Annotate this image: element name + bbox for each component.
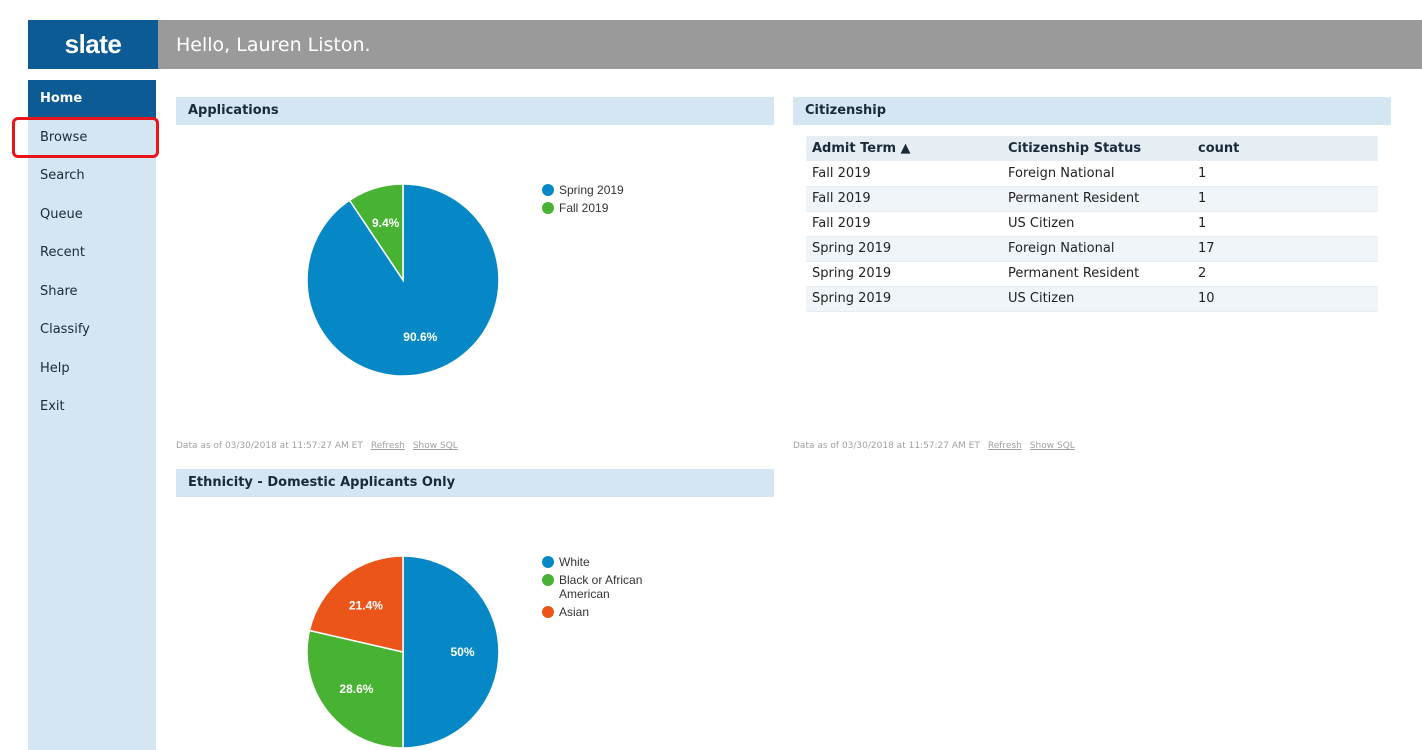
legend-label-black-or-african-american: Black or African American <box>559 573 643 601</box>
table-row: Fall 2019 Foreign National 1 <box>806 161 1378 187</box>
cell-count: 2 <box>1192 261 1378 287</box>
legend-item-asian: Asian <box>542 605 679 619</box>
cell-citizenship-status: Foreign National <box>1002 236 1192 262</box>
legend-label-asian: Asian <box>559 605 590 619</box>
top-header: slate Hello, Lauren Liston. <box>0 0 1422 69</box>
cell-admit-term: Spring 2019 <box>806 236 1002 262</box>
applications-legend: Spring 2019 Fall 2019 <box>542 183 679 219</box>
legend-label-fall-2019: Fall 2019 <box>559 201 609 215</box>
table-header-row: Admit Term ▲ Citizenship Status count <box>806 136 1378 161</box>
sidebar-item-classify[interactable]: Classify <box>28 311 156 350</box>
cell-citizenship-status: Permanent Resident <box>1002 261 1192 287</box>
sidebar-item-queue[interactable]: Queue <box>28 196 156 235</box>
column-header-admit-term[interactable]: Admit Term ▲ <box>806 136 1002 161</box>
legend-item-white: White <box>542 555 679 569</box>
header-band: Hello, Lauren Liston. <box>158 20 1422 69</box>
citizenship-timestamp: Data as of 03/30/2018 at 11:57:27 AM ET <box>793 441 980 451</box>
citizenship-table: Admit Term ▲ Citizenship Status count Fa… <box>806 136 1378 312</box>
applications-panel-title: Applications <box>176 97 774 125</box>
ethnicity-panel-title: Ethnicity - Domestic Applicants Only <box>176 469 774 497</box>
legend-dot-black-or-african-american <box>542 574 554 586</box>
applications-label-spring-2019: 90.6% <box>403 330 437 344</box>
cell-count: 10 <box>1192 286 1378 312</box>
legend-dot-white <box>542 556 554 568</box>
citizenship-data-note: Data as of 03/30/2018 at 11:57:27 AM ET R… <box>793 441 1075 451</box>
applications-label-fall-2019: 9.4% <box>372 216 400 230</box>
cell-count: 1 <box>1192 161 1378 187</box>
table-row: Fall 2019 US Citizen 1 <box>806 211 1378 237</box>
cell-citizenship-status: US Citizen <box>1002 286 1192 312</box>
applications-show-sql-link[interactable]: Show SQL <box>413 441 458 451</box>
table-row: Fall 2019 Permanent Resident 1 <box>806 186 1378 212</box>
legend-item-black-or-african-american: Black or African American <box>542 573 679 601</box>
sidebar-item-recent[interactable]: Recent <box>28 234 156 273</box>
sidebar-nav: Home Browse Search Queue Recent Share Cl… <box>28 80 156 750</box>
applications-data-note: Data as of 03/30/2018 at 11:57:27 AM ET R… <box>176 441 458 451</box>
ethnicity-label-asian: 21.4% <box>349 598 383 612</box>
table-row: Spring 2019 Permanent Resident 2 <box>806 261 1378 287</box>
legend-dot-spring-2019 <box>542 184 554 196</box>
cell-admit-term: Spring 2019 <box>806 286 1002 312</box>
cell-count: 1 <box>1192 186 1378 212</box>
sidebar-item-share[interactable]: Share <box>28 273 156 312</box>
cell-citizenship-status: Permanent Resident <box>1002 186 1192 212</box>
cell-count: 1 <box>1192 211 1378 237</box>
legend-dot-asian <box>542 606 554 618</box>
sidebar-item-home[interactable]: Home <box>28 80 156 119</box>
sidebar-item-help[interactable]: Help <box>28 350 156 389</box>
cell-admit-term: Fall 2019 <box>806 161 1002 187</box>
column-header-count[interactable]: count <box>1192 136 1378 161</box>
legend-label-white: White <box>559 555 590 569</box>
cell-admit-term: Spring 2019 <box>806 261 1002 287</box>
cell-count: 17 <box>1192 236 1378 262</box>
legend-item-fall-2019: Fall 2019 <box>542 201 679 215</box>
applications-pie-chart: 90.6% 9.4% <box>306 183 500 377</box>
ethnicity-label-black-or-african-american: 28.6% <box>339 682 373 696</box>
sidebar-item-browse[interactable]: Browse <box>28 119 156 158</box>
citizenship-panel-title: Citizenship <box>793 97 1391 125</box>
legend-label-spring-2019: Spring 2019 <box>559 183 624 197</box>
citizenship-show-sql-link[interactable]: Show SQL <box>1030 441 1075 451</box>
ethnicity-label-white: 50% <box>451 645 475 659</box>
column-header-citizenship-status[interactable]: Citizenship Status <box>1002 136 1192 161</box>
sidebar-item-exit[interactable]: Exit <box>28 388 156 427</box>
cell-admit-term: Fall 2019 <box>806 211 1002 237</box>
ethnicity-legend: White Black or African American Asian <box>542 555 679 623</box>
ethnicity-pie-chart: 50% 28.6% 21.4% <box>306 555 500 749</box>
table-row: Spring 2019 US Citizen 10 <box>806 286 1378 312</box>
applications-refresh-link[interactable]: Refresh <box>371 441 405 451</box>
table-row: Spring 2019 Foreign National 17 <box>806 236 1378 262</box>
cell-citizenship-status: US Citizen <box>1002 211 1192 237</box>
slate-logo[interactable]: slate <box>28 20 158 69</box>
citizenship-refresh-link[interactable]: Refresh <box>988 441 1022 451</box>
cell-citizenship-status: Foreign National <box>1002 161 1192 187</box>
legend-dot-fall-2019 <box>542 202 554 214</box>
legend-item-spring-2019: Spring 2019 <box>542 183 679 197</box>
greeting-text: Hello, Lauren Liston. <box>176 33 371 56</box>
sidebar-item-search[interactable]: Search <box>28 157 156 196</box>
logo-text: slate <box>64 29 122 59</box>
applications-timestamp: Data as of 03/30/2018 at 11:57:27 AM ET <box>176 441 363 451</box>
cell-admit-term: Fall 2019 <box>806 186 1002 212</box>
